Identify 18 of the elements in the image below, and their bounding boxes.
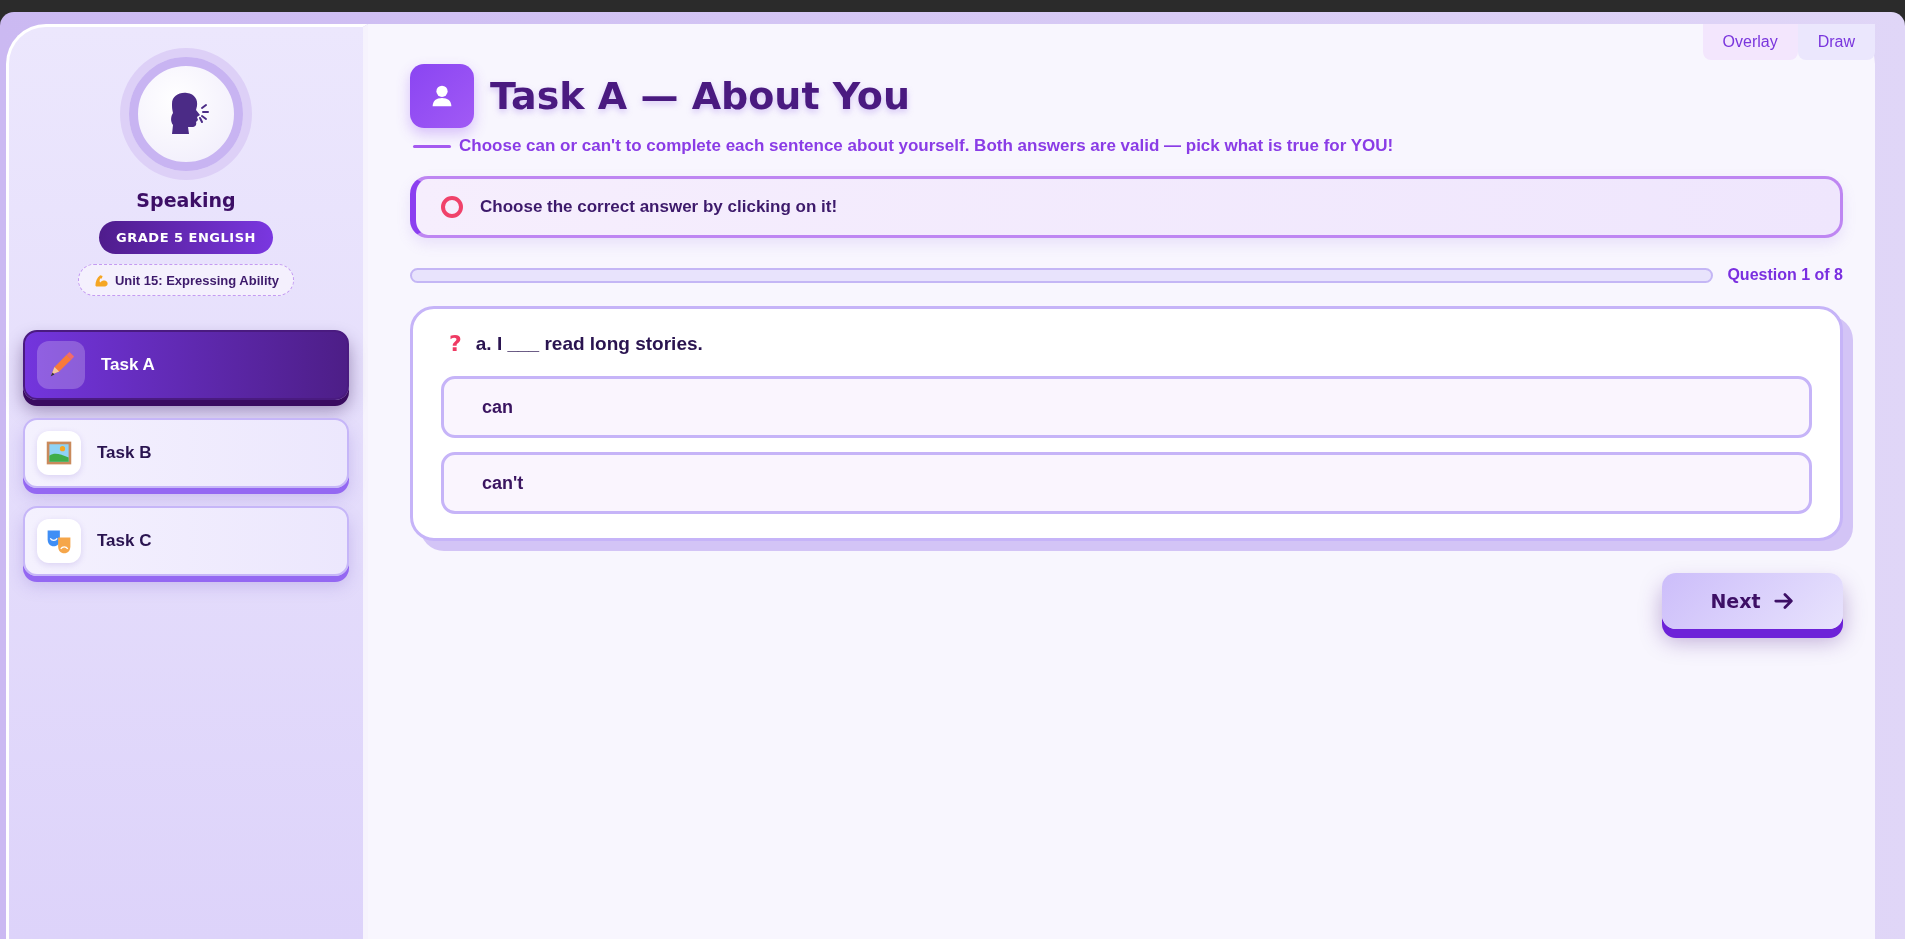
flexed-arm-icon — [92, 272, 109, 288]
grade-badge: GRADE 5 ENGLISH — [99, 221, 273, 254]
toolbar-button[interactable]: Draw — [1797, 24, 1875, 60]
instruction-text: Choose the correct answer by clicking on it! — [480, 197, 838, 217]
framed-landscape-icon — [45, 439, 73, 467]
task-subtitle: Choose can or can't to complete each sentence about yourself. Both answers are valid — pick what is true for YOU! — [459, 136, 1394, 156]
unit-label: Unit 15: Expressing Ability — [114, 272, 280, 288]
toolbar-button[interactable]: Overlay — [1702, 24, 1798, 60]
answer-option[interactable]: can — [441, 376, 1812, 438]
person-icon — [410, 64, 474, 128]
answer-option[interactable]: can't — [441, 452, 1812, 514]
task-title: Task A — About You — [490, 74, 910, 118]
question-counter: Question 1 of 8 — [1727, 266, 1843, 284]
question-text: a. I ___ read long stories. — [475, 332, 703, 355]
question-mark: ? — [449, 331, 462, 356]
ring-icon — [440, 195, 464, 219]
skill-title: Speaking — [136, 189, 236, 211]
arrow-right-icon — [1772, 590, 1795, 612]
